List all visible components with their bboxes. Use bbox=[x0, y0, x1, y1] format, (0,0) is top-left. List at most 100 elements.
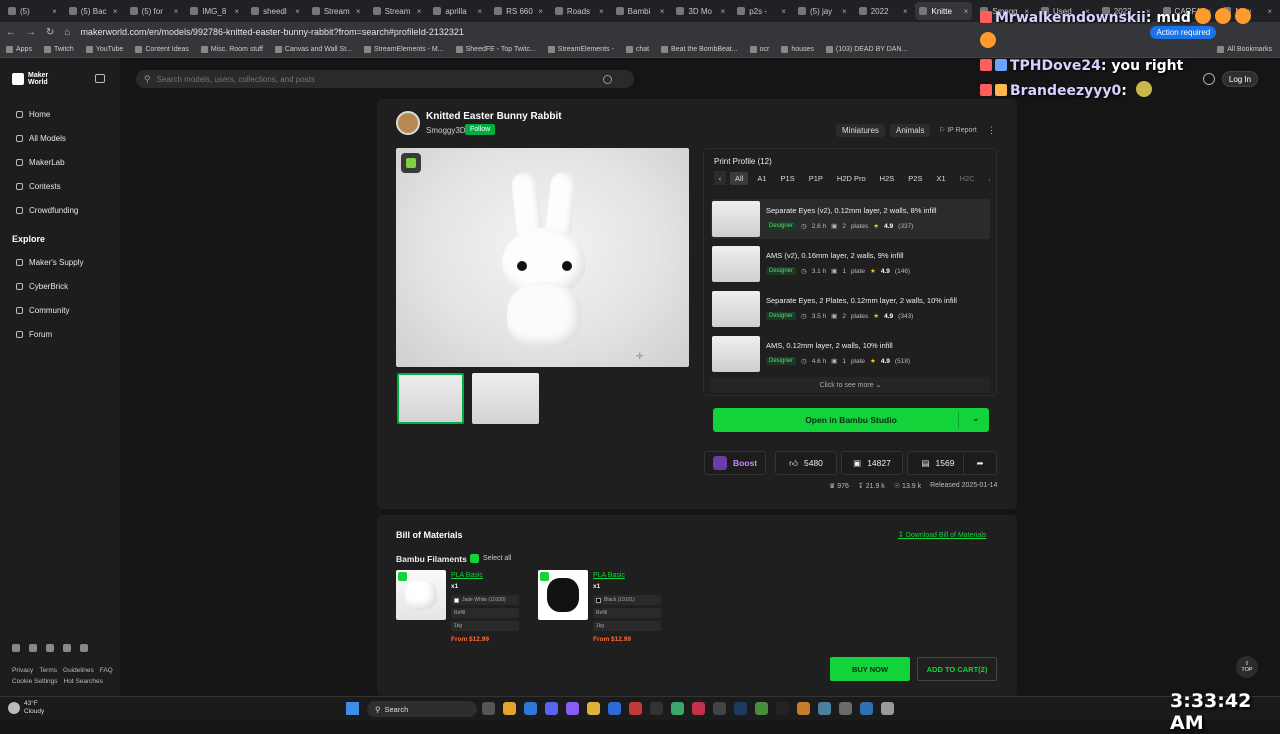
close-icon[interactable]: × bbox=[477, 7, 482, 16]
instagram-icon[interactable] bbox=[29, 644, 37, 652]
filament-name-link[interactable]: PLA Basic bbox=[451, 572, 483, 579]
refill-select[interactable]: Refill bbox=[593, 608, 661, 618]
tag-miniatures[interactable]: Miniatures bbox=[836, 124, 885, 137]
model-main-image[interactable]: ✛ bbox=[396, 148, 689, 367]
sidebar-item-cyberbrick[interactable]: CyberBrick bbox=[16, 282, 68, 291]
close-icon[interactable]: × bbox=[721, 7, 726, 16]
tab-x1[interactable]: X1 bbox=[931, 172, 950, 185]
language-globe-icon[interactable] bbox=[1203, 73, 1215, 85]
app-icon[interactable] bbox=[692, 702, 705, 715]
app-icon[interactable] bbox=[566, 702, 579, 715]
filament-name-link[interactable]: PLA Basic bbox=[593, 572, 625, 579]
browser-tab[interactable]: sheedl × bbox=[247, 2, 304, 20]
browser-tab[interactable]: Roads × bbox=[551, 2, 608, 20]
browser-tab[interactable]: Knitte × bbox=[915, 2, 973, 20]
sidebar-item-all-models[interactable]: All Models bbox=[16, 134, 66, 143]
privacy-link[interactable]: Privacy bbox=[12, 667, 33, 674]
discord-icon[interactable] bbox=[545, 702, 558, 715]
print-profile-item[interactable]: Separate Eyes (v2), 0.12mm layer, 2 wall… bbox=[711, 199, 990, 239]
boost-button[interactable]: Boost bbox=[704, 451, 766, 475]
browser-tab[interactable]: (5) × bbox=[4, 2, 61, 20]
facebook-icon[interactable] bbox=[12, 644, 20, 652]
file-explorer-icon[interactable] bbox=[587, 702, 600, 715]
select-all-checkbox[interactable]: Select all bbox=[470, 554, 511, 563]
add-to-cart-button[interactable]: ADD TO CART(2) bbox=[917, 657, 997, 681]
back-icon[interactable]: ← bbox=[6, 27, 16, 38]
app-icon[interactable] bbox=[797, 702, 810, 715]
browser-tab[interactable]: Stream × bbox=[369, 2, 426, 20]
more-options-icon[interactable]: ⋮ bbox=[987, 125, 996, 136]
faq-link[interactable]: FAQ bbox=[100, 667, 113, 674]
bookmark-item[interactable]: (103) DEAD BY DAN... bbox=[825, 46, 907, 53]
browser-tab[interactable]: (5) jay × bbox=[794, 2, 851, 20]
close-icon[interactable]: × bbox=[538, 7, 543, 16]
weather-widget[interactable]: 43°F Cloudy bbox=[8, 700, 44, 716]
app-icon[interactable] bbox=[881, 702, 894, 715]
share-button[interactable]: ➦ bbox=[963, 451, 997, 475]
close-icon[interactable]: × bbox=[964, 7, 969, 16]
sidebar-item-forum[interactable]: Forum bbox=[16, 330, 52, 339]
bookmark-item[interactable]: ocr bbox=[749, 46, 769, 53]
app-icon[interactable] bbox=[755, 702, 768, 715]
windows-start-icon[interactable] bbox=[346, 702, 359, 715]
bookmark-item[interactable]: Content Ideas bbox=[135, 46, 189, 53]
collapse-sidebar-icon[interactable] bbox=[95, 74, 105, 83]
sidebar-item-makerlab[interactable]: MakerLab bbox=[16, 158, 65, 167]
image-search-icon[interactable] bbox=[602, 74, 612, 84]
tab-a1-alt[interactable]: A1 bbox=[984, 172, 990, 185]
sidebar-item-community[interactable]: Community bbox=[16, 306, 69, 315]
tiktok-icon[interactable] bbox=[80, 644, 88, 652]
search-bar[interactable]: ⚲ bbox=[136, 70, 634, 88]
ip-report-link[interactable]: ⚐ IP Report bbox=[939, 126, 977, 134]
browser-tab[interactable]: aprilla × bbox=[429, 2, 486, 20]
app-icon[interactable] bbox=[713, 702, 726, 715]
collect-button[interactable]: ▣ 14827 bbox=[841, 451, 903, 475]
makerworld-logo[interactable]: Maker World bbox=[12, 72, 48, 86]
weight-select[interactable]: 1kg bbox=[593, 621, 661, 631]
print-profile-item[interactable]: Separate Eyes, 2 Plates, 0.12mm layer, 2… bbox=[711, 289, 990, 329]
search-input[interactable] bbox=[156, 74, 597, 84]
tab-h2c[interactable]: H2C bbox=[955, 172, 980, 185]
browser-tab[interactable]: 3D Mo × bbox=[672, 2, 729, 20]
comment-button[interactable]: ▤ 1569 bbox=[907, 451, 969, 475]
bookmark-item[interactable]: Twitch bbox=[43, 46, 74, 53]
author-avatar[interactable] bbox=[396, 111, 420, 135]
taskbar-search[interactable]: ⚲ Search bbox=[367, 701, 477, 717]
browser-tab[interactable]: (5) Bac × bbox=[65, 2, 122, 20]
download-bom-link[interactable]: ↧ Download Bill of Materials bbox=[898, 531, 986, 539]
acrobat-icon[interactable] bbox=[629, 702, 642, 715]
youtube-icon[interactable] bbox=[46, 644, 54, 652]
close-icon[interactable]: × bbox=[1267, 7, 1272, 16]
browser-tab[interactable]: p2s - × bbox=[733, 2, 790, 20]
weight-select[interactable]: 1kg bbox=[451, 621, 519, 631]
like-button[interactable]: 👍︎ 5480 bbox=[775, 451, 837, 475]
sidebar-item-crowdfunding[interactable]: Crowdfunding bbox=[16, 206, 78, 215]
sidebar-item-makers-supply[interactable]: Maker's Supply bbox=[16, 258, 83, 267]
browser-tab[interactable]: Bambi × bbox=[612, 2, 669, 20]
author-name[interactable]: Smoggy3D bbox=[426, 126, 466, 135]
bookmark-item[interactable]: houses bbox=[781, 46, 814, 53]
chrome-icon[interactable] bbox=[503, 702, 516, 715]
terms-link[interactable]: Terms bbox=[39, 667, 57, 674]
close-icon[interactable]: × bbox=[234, 7, 239, 16]
close-icon[interactable]: × bbox=[52, 7, 57, 16]
close-icon[interactable]: × bbox=[903, 7, 908, 16]
url-field[interactable]: makerworld.com/en/models/992786-knitted-… bbox=[80, 27, 960, 37]
close-icon[interactable]: × bbox=[356, 7, 361, 16]
forward-icon[interactable]: → bbox=[26, 27, 36, 38]
cookie-settings-link[interactable]: Cookie Settings bbox=[12, 678, 58, 685]
reload-icon[interactable]: ↻ bbox=[46, 27, 54, 38]
app-icon[interactable] bbox=[776, 702, 789, 715]
refill-select[interactable]: Refill bbox=[451, 608, 519, 618]
print-profile-item[interactable]: AMS (v2), 0.16mm layer, 2 walls, 9% infi… bbox=[711, 244, 990, 284]
app-icon[interactable] bbox=[650, 702, 663, 715]
close-icon[interactable]: × bbox=[781, 7, 786, 16]
task-view-icon[interactable] bbox=[482, 702, 495, 715]
close-icon[interactable]: × bbox=[295, 7, 300, 16]
bookmark-item[interactable]: SheedFE - Top Twitc... bbox=[455, 46, 536, 53]
see-more-button[interactable]: Click to see more ⌄ bbox=[711, 377, 990, 393]
tag-animals[interactable]: Animals bbox=[890, 124, 931, 137]
action-required-button[interactable]: Action required bbox=[1150, 25, 1217, 39]
tab-p1s[interactable]: P1S bbox=[776, 172, 800, 185]
browser-tab[interactable]: RS 660 × bbox=[490, 2, 547, 20]
